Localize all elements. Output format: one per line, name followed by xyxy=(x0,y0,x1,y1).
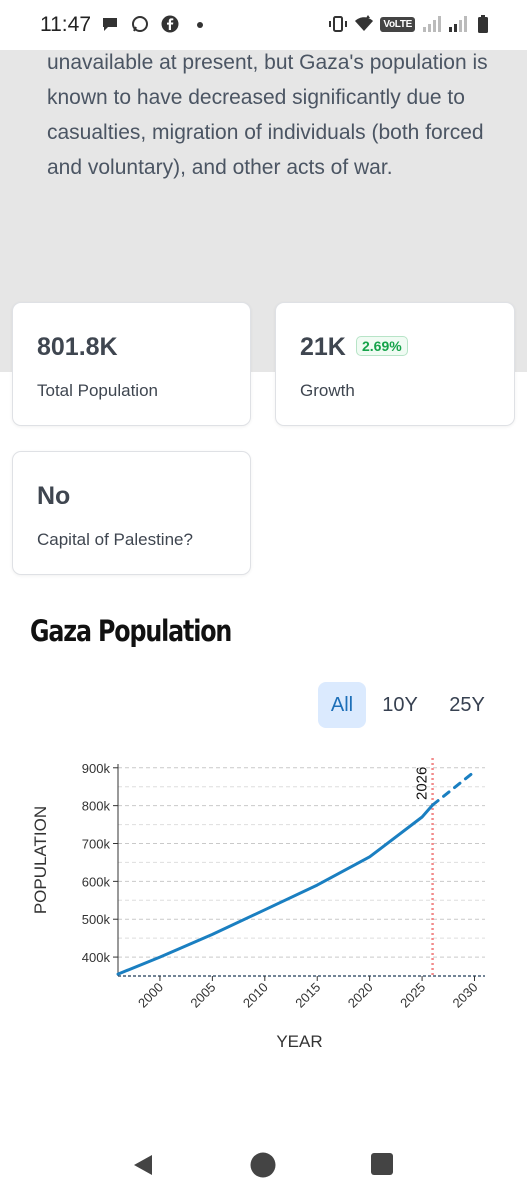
whatsapp-icon xyxy=(132,16,148,32)
y-tick-label: 700k xyxy=(82,837,111,852)
y-tick-label: 900k xyxy=(82,761,111,776)
volte-icon: VoLTE xyxy=(380,16,415,32)
dot-icon xyxy=(197,22,203,28)
notification-icons xyxy=(100,14,210,34)
population-line xyxy=(116,803,435,976)
capital-card: No Capital of Palestine? xyxy=(12,451,251,575)
growth-value: 21K xyxy=(300,333,346,361)
status-bar: 11:47 VoLTE xyxy=(0,0,527,50)
x-tick-label: 2005 xyxy=(187,980,218,1011)
y-tick-label: 600k xyxy=(82,874,111,889)
vibrate-icon xyxy=(329,16,348,32)
x-tick-label: 2020 xyxy=(345,980,376,1011)
signal-icon xyxy=(423,16,441,32)
x-tick-label: 2015 xyxy=(292,980,323,1011)
chat-bubble-icon xyxy=(103,18,117,31)
x-axis-title: YEAR xyxy=(276,1032,322,1051)
chart-labels: 400k 500k 600k 700k 800k 900k 2000 2005 2010 2015… xyxy=(31,761,481,1051)
chart-lines xyxy=(116,770,476,976)
x-tick-label: 2030 xyxy=(450,980,481,1011)
recents-icon[interactable] xyxy=(370,1152,394,1176)
growth-percent-badge: 2.69% xyxy=(356,336,408,356)
growth-card: 21K 2.69% Growth xyxy=(275,302,515,426)
system-icons: VoLTE xyxy=(328,14,493,34)
x-tick-label: 2000 xyxy=(135,980,166,1011)
facebook-icon xyxy=(161,15,179,33)
signal-icon xyxy=(449,16,467,32)
wifi-icon xyxy=(355,15,374,31)
article-paragraph: unavailable at present, but Gaza's popul… xyxy=(47,51,488,179)
navigation-bar xyxy=(0,1130,527,1200)
population-chart: 400k 500k 600k 700k 800k 900k 2000 2005 2010 2015… xyxy=(31,758,485,1051)
capital-label: Capital of Palestine? xyxy=(37,530,193,549)
y-tick-label: 800k xyxy=(82,799,111,814)
back-icon[interactable] xyxy=(130,1152,156,1178)
range-25y-button[interactable]: 25Y xyxy=(440,682,494,728)
projection-line xyxy=(431,770,476,807)
growth-label: Growth xyxy=(300,381,355,400)
next-section-peek xyxy=(30,1122,490,1130)
marker-label: 2026 xyxy=(414,767,431,800)
capital-value: No xyxy=(37,482,71,510)
total-population-value: 801.8K xyxy=(37,333,118,361)
x-tick-label: 2010 xyxy=(240,980,271,1011)
home-icon[interactable] xyxy=(250,1152,276,1178)
total-population-card: 801.8K Total Population xyxy=(12,302,251,426)
y-tick-label: 500k xyxy=(82,912,111,927)
status-time: 11:47 xyxy=(40,13,91,36)
y-axis-title: POPULATION xyxy=(31,806,50,914)
total-population-label: Total Population xyxy=(37,381,158,400)
battery-icon xyxy=(478,15,488,33)
range-10y-button[interactable]: 10Y xyxy=(376,682,424,728)
x-tick-label: 2025 xyxy=(397,980,428,1011)
range-all-button[interactable]: All xyxy=(318,682,366,728)
chart-title: Gaza Population xyxy=(30,614,232,648)
y-tick-label: 400k xyxy=(82,950,111,965)
